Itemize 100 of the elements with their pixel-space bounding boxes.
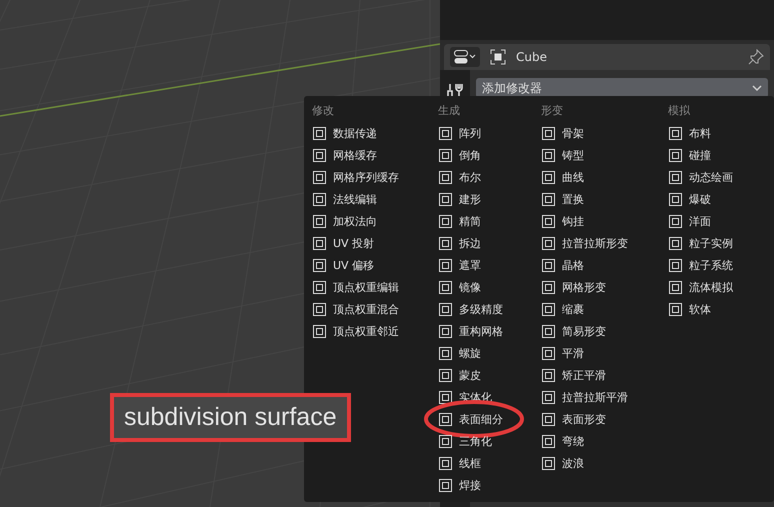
menu-item[interactable]: 数据传递 (312, 122, 438, 144)
modifier-icon (438, 302, 453, 316)
menu-item[interactable]: 建形 (438, 188, 541, 210)
menu-item[interactable]: 倒角 (438, 144, 541, 166)
menu-heading: 模拟 (668, 103, 691, 119)
menu-item[interactable]: 网格形变 (541, 276, 668, 298)
object-name: Cube (516, 50, 547, 64)
modifier-icon (438, 478, 453, 492)
modifier-icon (438, 456, 453, 470)
menu-item[interactable]: 缩裹 (541, 298, 668, 320)
modifier-icon (438, 214, 453, 228)
menu-item[interactable]: 钩挂 (541, 210, 668, 232)
modifier-icon (438, 412, 453, 426)
menu-item[interactable]: 网格序列缓存 (312, 166, 438, 188)
modifier-icon (438, 324, 453, 338)
menu-item[interactable]: 流体模拟 (668, 276, 768, 298)
menu-item[interactable]: 遮罩 (438, 254, 541, 276)
modifier-icon (312, 324, 327, 338)
menu-item[interactable]: 动态绘画 (668, 166, 768, 188)
modifier-icon (312, 258, 327, 272)
modifier-icon (438, 434, 453, 448)
modifier-icon (541, 148, 556, 162)
annotation-label: subdivision surface (110, 393, 351, 442)
add-modifier-dropdown[interactable]: 添加修改器 (476, 78, 768, 98)
modifier-icon (312, 214, 327, 228)
menu-item[interactable]: 弯绕 (541, 430, 668, 452)
modifier-icon (541, 324, 556, 338)
menu-item[interactable]: 镜像 (438, 276, 541, 298)
menu-item[interactable]: 顶点权重编辑 (312, 276, 438, 298)
modifier-icon (438, 148, 453, 162)
menu-item[interactable]: 螺旋 (438, 342, 541, 364)
modifier-icon (312, 170, 327, 184)
menu-item[interactable]: 拉普拉斯形变 (541, 232, 668, 254)
menu-item[interactable]: 网格缓存 (312, 144, 438, 166)
menu-item[interactable]: 阵列 (438, 122, 541, 144)
modifier-icon (668, 236, 683, 250)
menu-item[interactable]: 顶点权重混合 (312, 298, 438, 320)
modifier-icon (541, 170, 556, 184)
modifier-icon (438, 126, 453, 140)
modifier-icon (438, 170, 453, 184)
menu-item[interactable]: 骨架 (541, 122, 668, 144)
menu-item[interactable]: 精简 (438, 210, 541, 232)
modifier-icon (438, 390, 453, 404)
menu-item[interactable]: 顶点权重邻近 (312, 320, 438, 342)
menu-item[interactable]: UV 投射 (312, 232, 438, 254)
menu-item[interactable]: 波浪 (541, 452, 668, 474)
menu-item[interactable]: 拉普拉斯平滑 (541, 386, 668, 408)
menu-item[interactable]: 多级精度 (438, 298, 541, 320)
modifier-icon (312, 302, 327, 316)
menu-item[interactable]: 拆边 (438, 232, 541, 254)
modifier-icon (312, 192, 327, 206)
menu-item[interactable]: 洋面 (668, 210, 768, 232)
menu-item[interactable]: 曲线 (541, 166, 668, 188)
modifier-icon (541, 258, 556, 272)
menu-item[interactable]: 晶格 (541, 254, 668, 276)
menu-item[interactable]: 碰撞 (668, 144, 768, 166)
menu-item[interactable]: 粒子实例 (668, 232, 768, 254)
menu-item[interactable]: 矫正平滑 (541, 364, 668, 386)
menu-item[interactable]: 重构网格 (438, 320, 541, 342)
menu-heading: 生成 (438, 103, 461, 119)
modifier-icon (668, 280, 683, 294)
pin-icon[interactable] (748, 49, 764, 65)
cube-icon (490, 49, 506, 65)
menu-item[interactable]: 简易形变 (541, 320, 668, 342)
modifier-icon (312, 280, 327, 294)
menu-heading: 形变 (541, 103, 564, 119)
menu-item[interactable]: 粒子系统 (668, 254, 768, 276)
menu-item[interactable]: 表面形变 (541, 408, 668, 430)
menu-item[interactable]: 置换 (541, 188, 668, 210)
modifier-icon (438, 258, 453, 272)
menu-item[interactable]: 焊接 (438, 474, 541, 496)
menu-item[interactable]: 加权法向 (312, 210, 438, 232)
modifier-icon (541, 192, 556, 206)
modifier-icon (668, 302, 683, 316)
menu-item[interactable]: 表面细分 (438, 408, 541, 430)
menu-heading: 修改 (312, 103, 335, 119)
modifier-icon (312, 236, 327, 250)
menu-item[interactable]: 三角化 (438, 430, 541, 452)
menu-item[interactable]: 布尔 (438, 166, 541, 188)
menu-item[interactable]: 蒙皮 (438, 364, 541, 386)
menu-item[interactable]: 铸型 (541, 144, 668, 166)
menu-item[interactable]: 爆破 (668, 188, 768, 210)
modifier-icon (541, 214, 556, 228)
toggle-icon (454, 50, 476, 64)
modifier-icon (541, 434, 556, 448)
menu-item[interactable]: 线框 (438, 452, 541, 474)
modifier-icon (312, 148, 327, 162)
menu-item[interactable]: 布料 (668, 122, 768, 144)
modifier-icon (438, 280, 453, 294)
menu-item[interactable]: 平滑 (541, 342, 668, 364)
modifier-icon (438, 192, 453, 206)
modifier-icon (438, 368, 453, 382)
editor-type-button[interactable] (450, 47, 480, 67)
menu-item[interactable]: UV 偏移 (312, 254, 438, 276)
menu-item[interactable]: 法线编辑 (312, 188, 438, 210)
modifier-icon (668, 214, 683, 228)
modifier-icon (541, 368, 556, 382)
menu-item[interactable]: 软体 (668, 298, 768, 320)
modifier-icon (668, 170, 683, 184)
modifier-icon (438, 346, 453, 360)
